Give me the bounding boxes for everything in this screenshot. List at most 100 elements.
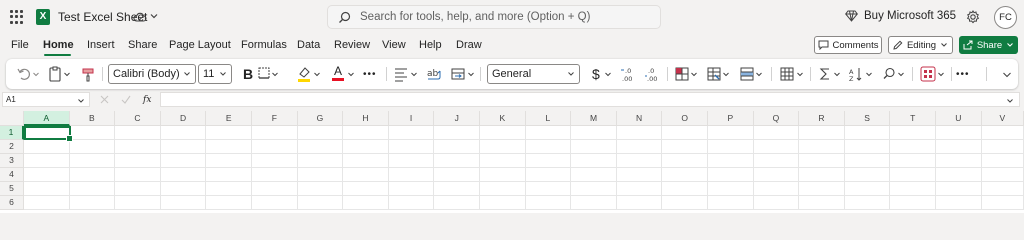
cell-m6[interactable] [571,196,617,210]
tab-draw[interactable]: Draw [456,39,482,51]
column-header-l[interactable]: L [525,111,572,126]
cell-v5[interactable] [981,182,1024,196]
function-icon[interactable]: fx [143,95,151,105]
cell-b4[interactable] [69,168,116,182]
cell-s5[interactable] [844,182,891,196]
select-all-corner[interactable] [0,111,24,126]
column-header-m[interactable]: M [571,111,617,126]
tab-file[interactable]: File [11,39,29,51]
cell-l1[interactable] [525,126,572,140]
column-header-t[interactable]: T [890,111,936,126]
cell-r3[interactable] [799,154,845,168]
cell-r6[interactable] [799,196,845,210]
cell-e5[interactable] [206,182,252,196]
tab-review[interactable]: Review [334,39,370,51]
align-text-icon[interactable] [394,65,408,83]
cell-o2[interactable] [662,140,708,154]
cell-p6[interactable] [708,196,754,210]
tab-view[interactable]: View [382,39,406,51]
cell-b6[interactable] [69,196,116,210]
cell-r5[interactable] [799,182,845,196]
cell-a2[interactable] [24,140,70,154]
cell-m4[interactable] [571,168,617,182]
chevron-down-icon[interactable] [32,65,40,83]
column-header-b[interactable]: B [69,111,116,126]
cell-v4[interactable] [981,168,1024,182]
cell-j6[interactable] [434,196,480,210]
cell-s6[interactable] [844,196,891,210]
clipboard-paste-icon[interactable] [48,65,62,83]
cell-p2[interactable] [708,140,754,154]
cell-e6[interactable] [206,196,252,210]
cell-f5[interactable] [252,182,298,196]
cell-e1[interactable] [206,126,252,140]
cell-l3[interactable] [525,154,572,168]
chevron-down-icon[interactable] [410,65,418,83]
column-header-o[interactable]: O [662,111,708,126]
cell-k6[interactable] [480,196,526,210]
app-launcher-icon[interactable] [10,10,24,24]
tab-page-layout[interactable]: Page Layout [169,39,231,51]
row-header-6[interactable]: 6 [0,196,24,210]
cell-a3[interactable] [24,154,70,168]
cell-s3[interactable] [844,154,891,168]
chevron-down-icon[interactable] [604,65,612,83]
cell-u3[interactable] [936,154,982,168]
cell-t5[interactable] [890,182,936,196]
cell-k3[interactable] [480,154,526,168]
cell-f4[interactable] [252,168,298,182]
cell-h2[interactable] [343,140,389,154]
cell-o1[interactable] [662,126,708,140]
cell-j2[interactable] [434,140,480,154]
cell-b3[interactable] [69,154,116,168]
cell-e2[interactable] [206,140,252,154]
cell-p5[interactable] [708,182,754,196]
chevron-down-icon[interactable] [149,11,159,21]
column-header-g[interactable]: G [297,111,344,126]
cell-i5[interactable] [388,182,435,196]
column-header-v[interactable]: V [981,111,1024,126]
cell-c1[interactable] [115,126,161,140]
cell-j5[interactable] [434,182,480,196]
cell-n2[interactable] [616,140,663,154]
cell-q6[interactable] [753,196,800,210]
share-button[interactable]: Share [959,36,1018,54]
column-header-f[interactable]: F [252,111,298,126]
tab-help[interactable]: Help [419,39,442,51]
cell-u6[interactable] [936,196,982,210]
format-painter-icon[interactable] [80,65,96,83]
column-header-a[interactable]: A [24,111,70,126]
cell-h3[interactable] [343,154,389,168]
cell-c5[interactable] [115,182,161,196]
gear-icon[interactable] [966,10,980,24]
column-header-n[interactable]: N [616,111,663,126]
cell-e3[interactable] [206,154,252,168]
cell-i1[interactable] [388,126,435,140]
more-options-button[interactable]: ••• [956,65,970,83]
cell-i6[interactable] [388,196,435,210]
chevron-down-icon[interactable] [467,65,475,83]
cell-p4[interactable] [708,168,754,182]
row-header-5[interactable]: 5 [0,182,24,196]
column-header-u[interactable]: U [936,111,982,126]
chevron-down-icon[interactable] [865,65,873,83]
cell-j3[interactable] [434,154,480,168]
chevron-down-icon[interactable] [833,65,841,83]
cell-c6[interactable] [115,196,161,210]
cell-u4[interactable] [936,168,982,182]
cell-i3[interactable] [388,154,435,168]
cell-u1[interactable] [936,126,982,140]
comments-button[interactable]: Comments [814,36,882,54]
cell-b5[interactable] [69,182,116,196]
cell-q2[interactable] [753,140,800,154]
cell-styles-icon[interactable] [739,65,755,83]
number-format-dropdown[interactable]: General [487,64,580,84]
currency-format-button[interactable]: $ [592,65,600,83]
cell-o3[interactable] [662,154,708,168]
more-font-options-button[interactable]: ••• [363,65,377,83]
cell-i2[interactable] [388,140,435,154]
buy-microsoft-365-link[interactable]: Buy Microsoft 365 [845,10,956,22]
insert-cells-icon[interactable] [779,65,795,83]
cell-t1[interactable] [890,126,936,140]
avatar[interactable]: FC [994,6,1017,29]
